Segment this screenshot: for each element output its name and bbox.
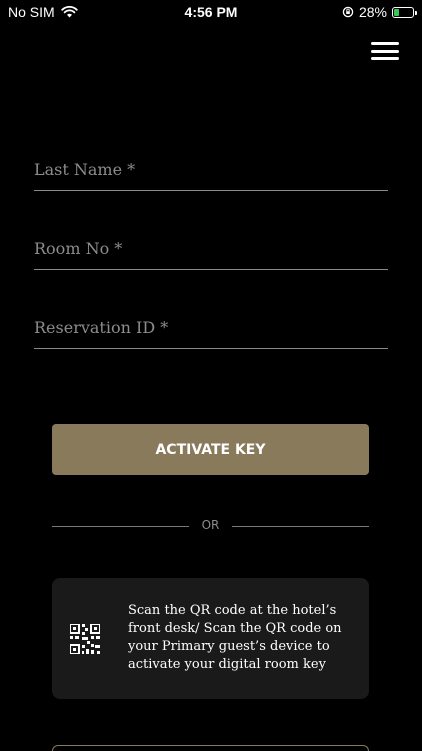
status-bar-right: 28%	[342, 4, 417, 20]
menu-line	[371, 42, 399, 45]
reservation-id-field-wrapper	[34, 308, 388, 349]
menu-line	[371, 49, 399, 53]
last-name-input[interactable]	[34, 150, 388, 188]
divider-line-right	[232, 526, 369, 527]
menu-line	[371, 57, 399, 60]
scan-qr-card[interactable]: Scan the QR code at the hotel’s front de…	[52, 578, 369, 699]
or-divider: OR	[52, 518, 369, 534]
hamburger-menu-button[interactable]	[371, 40, 399, 62]
battery-level	[394, 8, 399, 16]
activate-key-button[interactable]: ACTIVATE KEY	[52, 424, 369, 475]
reservation-id-input[interactable]	[34, 308, 388, 346]
scan-qr-instructions: Scan the QR code at the hotel’s front de…	[128, 603, 342, 672]
orientation-lock-icon	[342, 6, 354, 18]
or-label: OR	[201, 518, 220, 532]
status-bar: No SIM 4:56 PM 28%	[0, 0, 422, 24]
secondary-button-partial[interactable]	[52, 745, 369, 751]
battery-percent: 28%	[358, 4, 387, 20]
room-no-field-wrapper	[34, 229, 388, 270]
last-name-field-wrapper	[34, 150, 388, 191]
room-no-input[interactable]	[34, 229, 388, 267]
battery-icon	[392, 6, 417, 18]
qr-code-icon	[70, 624, 100, 654]
